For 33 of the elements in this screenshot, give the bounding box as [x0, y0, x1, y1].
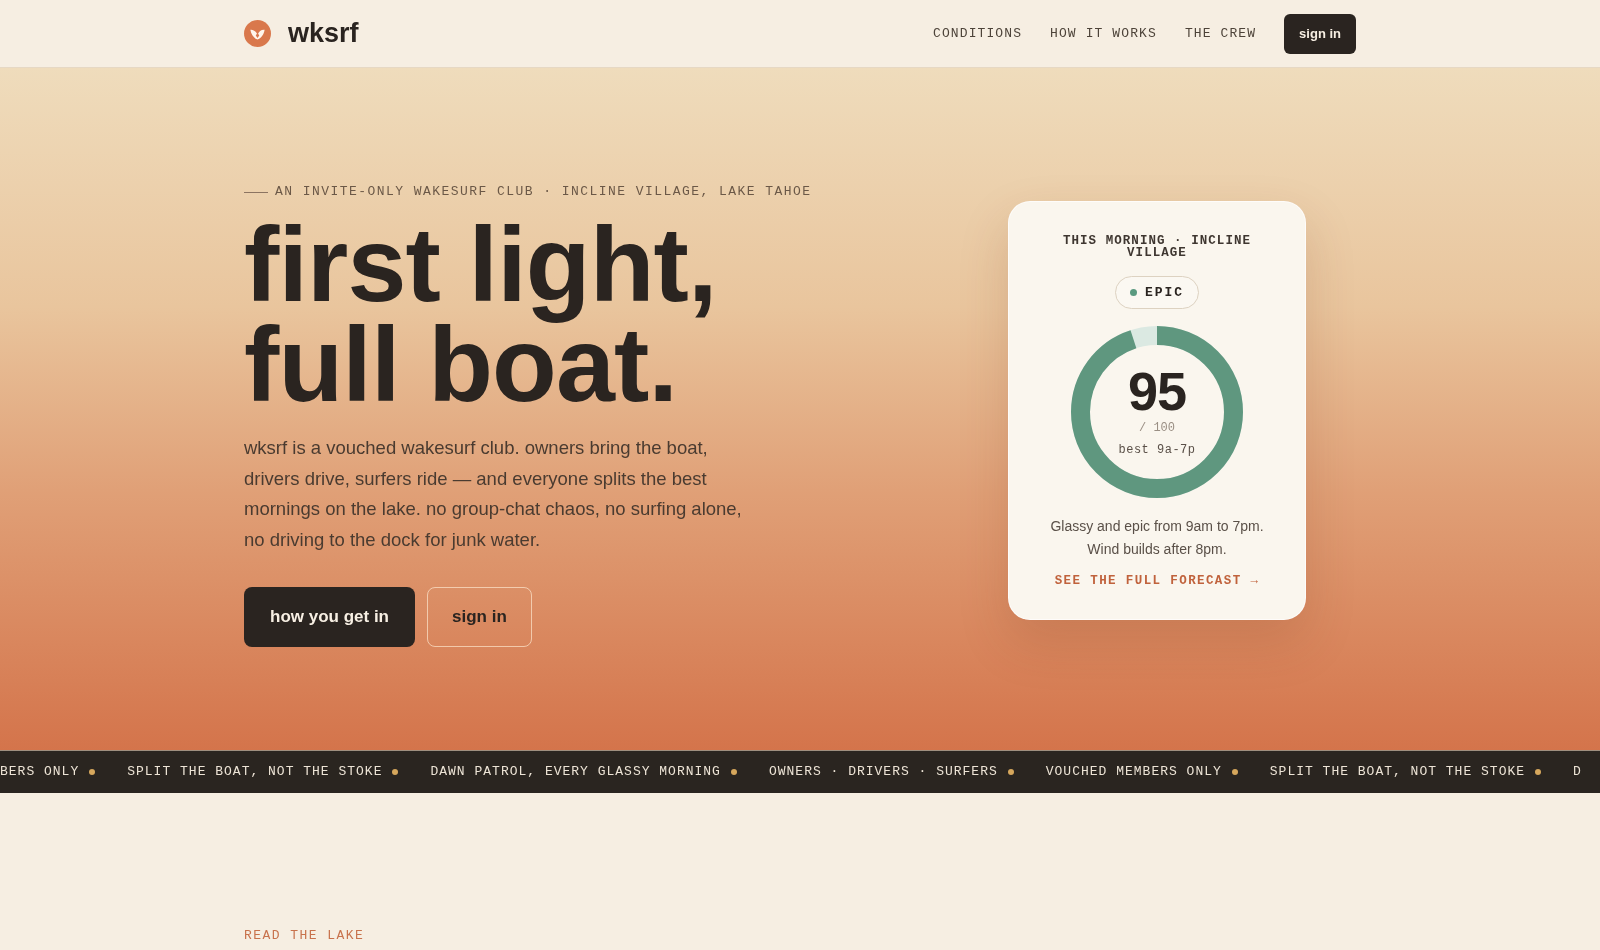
- nav-link[interactable]: CONDITIONS: [933, 24, 1023, 43]
- nav-link[interactable]: HOW IT WORKS: [1050, 24, 1157, 43]
- logo-icon[interactable]: [244, 20, 271, 47]
- brand-name[interactable]: wksrf: [288, 20, 359, 47]
- conditions-summary: Glassy and epic from 9am to 7pm. Wind builds after 8pm.: [1049, 517, 1265, 559]
- status-dot-icon: [1129, 289, 1137, 296]
- score-value: 95: [1127, 366, 1187, 416]
- ticker-text: SPLIT THE BOAT, NOT THE STOKE: [1269, 763, 1526, 781]
- dot-icon: [89, 769, 96, 775]
- ticker-text: BERS ONLY: [0, 763, 80, 781]
- dot-icon: [1231, 769, 1238, 775]
- rating-label: EPIC: [1144, 284, 1185, 301]
- ticker-text: OWNERS · DRIVERS · SURFERS: [768, 763, 998, 781]
- ticker-text: DAWN PATROL, EVERY GLASSY MORNING: [430, 763, 721, 781]
- primary-button[interactable]: how you get in: [244, 587, 415, 647]
- best-window: best 9a-7p: [1118, 442, 1196, 458]
- ticker-text: D: [1573, 763, 1582, 781]
- dot-icon: [730, 769, 737, 775]
- ticker-text: VOUCHED MEMBERS ONLY: [1045, 763, 1222, 781]
- hero-headline: first light, full boat.: [244, 214, 718, 414]
- nav-link[interactable]: THE CREW: [1184, 24, 1257, 43]
- forecast-link[interactable]: SEE THE FULL FORECAST →: [1054, 572, 1260, 590]
- card-title: THIS MORNING · INCLINE VILLAGE: [1061, 235, 1253, 259]
- eyebrow-text: AN INVITE-ONLY WAKESURF CLUB · INCLINE VILLAGE, LAKE TAHOE: [275, 183, 812, 201]
- outline-button[interactable]: sign in: [427, 587, 532, 647]
- dot-icon: [392, 769, 399, 775]
- sign-in-button[interactable]: sign in: [1284, 13, 1356, 54]
- score-max: / 100: [1139, 420, 1175, 436]
- dot-icon: [1535, 769, 1542, 775]
- section-eyebrow: READ THE LAKE: [244, 928, 366, 944]
- intro-paragraph: wksrf is a vouched wakesurf club. owners bring the boat, drivers drive, surfers ride — and everyone splits the best mornings on the lake. no group-chat chaos, no surfing alone, no driving to the dock for junk water.: [244, 436, 743, 552]
- dot-icon: [1007, 769, 1014, 775]
- ticker-text: SPLIT THE BOAT, NOT THE STOKE: [127, 763, 383, 781]
